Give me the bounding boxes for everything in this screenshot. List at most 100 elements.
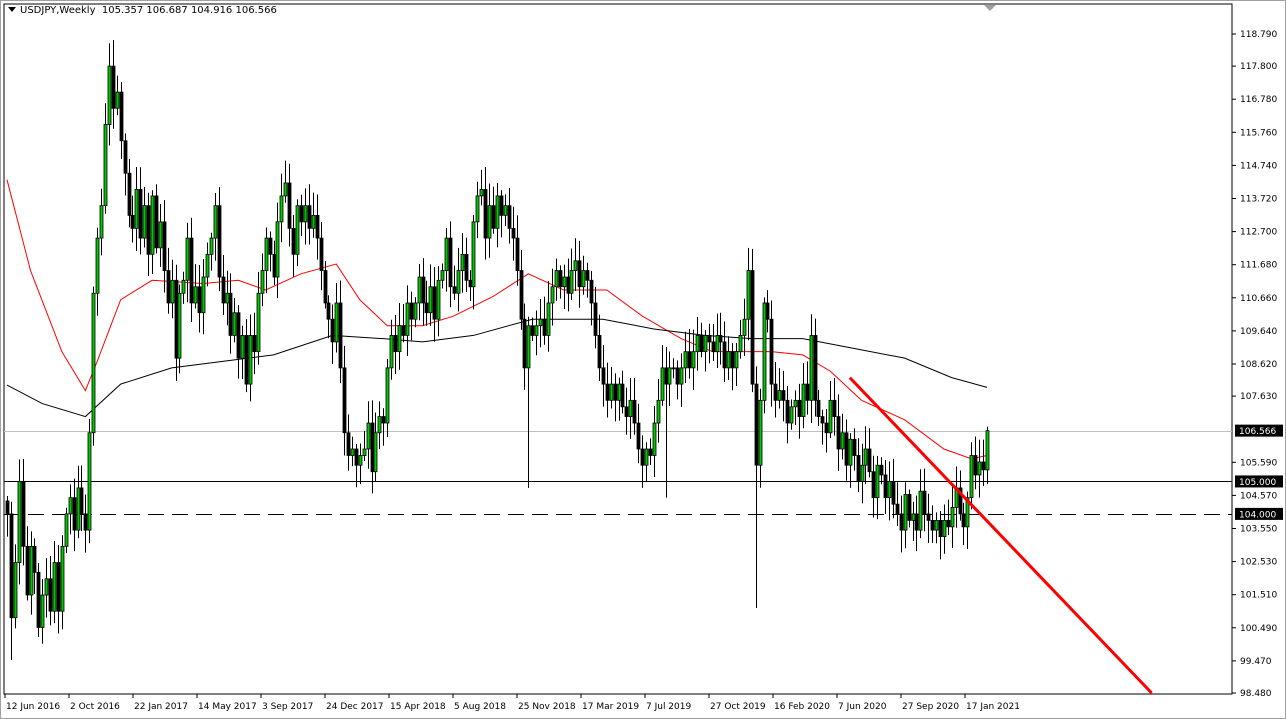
candle-body [331, 319, 334, 342]
x-tick-label: 17 Jan 2021 [966, 702, 1020, 712]
candle-body [661, 368, 664, 400]
candle-body [684, 352, 687, 368]
candle-body [845, 433, 848, 465]
candle-body [512, 228, 515, 238]
y-tick-label: 118.790 [1240, 30, 1277, 40]
y-tick-label: 115.760 [1240, 128, 1277, 138]
candle-body [198, 287, 201, 313]
candle-body [488, 206, 491, 238]
x-tick-label: 5 Aug 2018 [454, 702, 506, 712]
candle-body [943, 520, 946, 536]
candle-body [453, 287, 456, 293]
candle-body [33, 546, 36, 572]
candle-body [292, 228, 295, 254]
candle-body [563, 277, 566, 287]
y-tick-label: 113.720 [1240, 195, 1277, 205]
candle-body [237, 313, 240, 358]
candle-body [962, 514, 965, 527]
price-chart[interactable]: 118.790117.800116.780115.760114.740113.7… [0, 0, 1286, 719]
candle [92, 286, 95, 445]
candle-body [535, 326, 538, 336]
candle-body [759, 400, 762, 465]
candle-body [49, 579, 52, 611]
dropdown-triangle-icon[interactable] [8, 7, 16, 12]
candle-body [837, 417, 840, 449]
price-label-106.566: 106.566 [1239, 427, 1276, 437]
candle-body [735, 352, 738, 368]
candle-body [531, 326, 534, 336]
candle-body [821, 417, 824, 423]
candle-body [347, 433, 350, 456]
candle-body [194, 287, 197, 303]
candle-body [912, 514, 915, 520]
candle-body [6, 501, 9, 514]
candle-body [798, 400, 801, 416]
candle-body [139, 189, 142, 238]
y-tick-label: 114.740 [1240, 161, 1277, 171]
candle-body [790, 407, 793, 423]
candle-body [915, 514, 918, 530]
candle-body [77, 488, 80, 530]
candle-body [222, 277, 225, 303]
candle-body [465, 254, 468, 280]
y-tick-label: 102.530 [1240, 558, 1277, 568]
y-tick-label: 117.800 [1240, 62, 1277, 72]
candle-body [598, 335, 601, 367]
candle-body [229, 293, 232, 335]
x-tick-label: 27 Oct 2019 [710, 702, 766, 712]
candle-body [716, 335, 719, 351]
candle-body [14, 563, 17, 618]
candle-body [727, 352, 730, 368]
candle [751, 249, 754, 392]
candle-body [422, 277, 425, 303]
candle-body [676, 368, 679, 384]
candle-body [128, 173, 131, 215]
x-tick-label: 2 Oct 2016 [70, 702, 120, 712]
candle-body [53, 563, 56, 612]
candle-body [857, 455, 860, 481]
candle-body [919, 491, 922, 530]
candle-body [178, 293, 181, 358]
candle-body [175, 280, 178, 358]
symbol-label: USDJPY,Weekly [20, 5, 96, 16]
candle-body [147, 206, 150, 255]
candle-body [210, 238, 213, 254]
candle-body [171, 280, 174, 303]
candle-body [406, 303, 409, 335]
candle-body [441, 271, 444, 281]
candle-body [320, 238, 323, 270]
candle-body [861, 465, 864, 481]
candle-body [590, 280, 593, 303]
candle-body [496, 196, 499, 228]
candle-body [273, 254, 276, 277]
candle-body [308, 206, 311, 229]
candle-body [751, 271, 754, 385]
candle-body [731, 352, 734, 368]
candle-body [853, 439, 856, 455]
candle-body [112, 66, 115, 108]
candle-body [445, 238, 448, 270]
candle-body [480, 189, 483, 195]
candle-body [457, 271, 460, 294]
candle-body [18, 481, 21, 562]
candle-body [390, 335, 393, 367]
candle-body [908, 494, 911, 520]
candle-body [96, 238, 99, 293]
candle-body [708, 335, 711, 341]
x-tick-label: 25 Nov 2018 [518, 702, 576, 712]
candle-body [120, 92, 123, 141]
y-tick-label: 111.680 [1240, 261, 1277, 271]
candle-body [402, 326, 405, 336]
y-tick-label: 112.700 [1240, 228, 1277, 238]
candle-body [159, 222, 162, 248]
candle-body [817, 400, 820, 416]
candle-body [100, 206, 103, 238]
candle-body [829, 400, 832, 432]
candle-body [786, 400, 789, 423]
candle-body [425, 303, 428, 313]
x-tick-label: 17 Mar 2019 [582, 702, 639, 712]
candle-body [841, 433, 844, 449]
x-tick-label: 3 Sep 2017 [262, 702, 313, 712]
candle-body [429, 287, 432, 313]
candle-body [45, 579, 48, 595]
